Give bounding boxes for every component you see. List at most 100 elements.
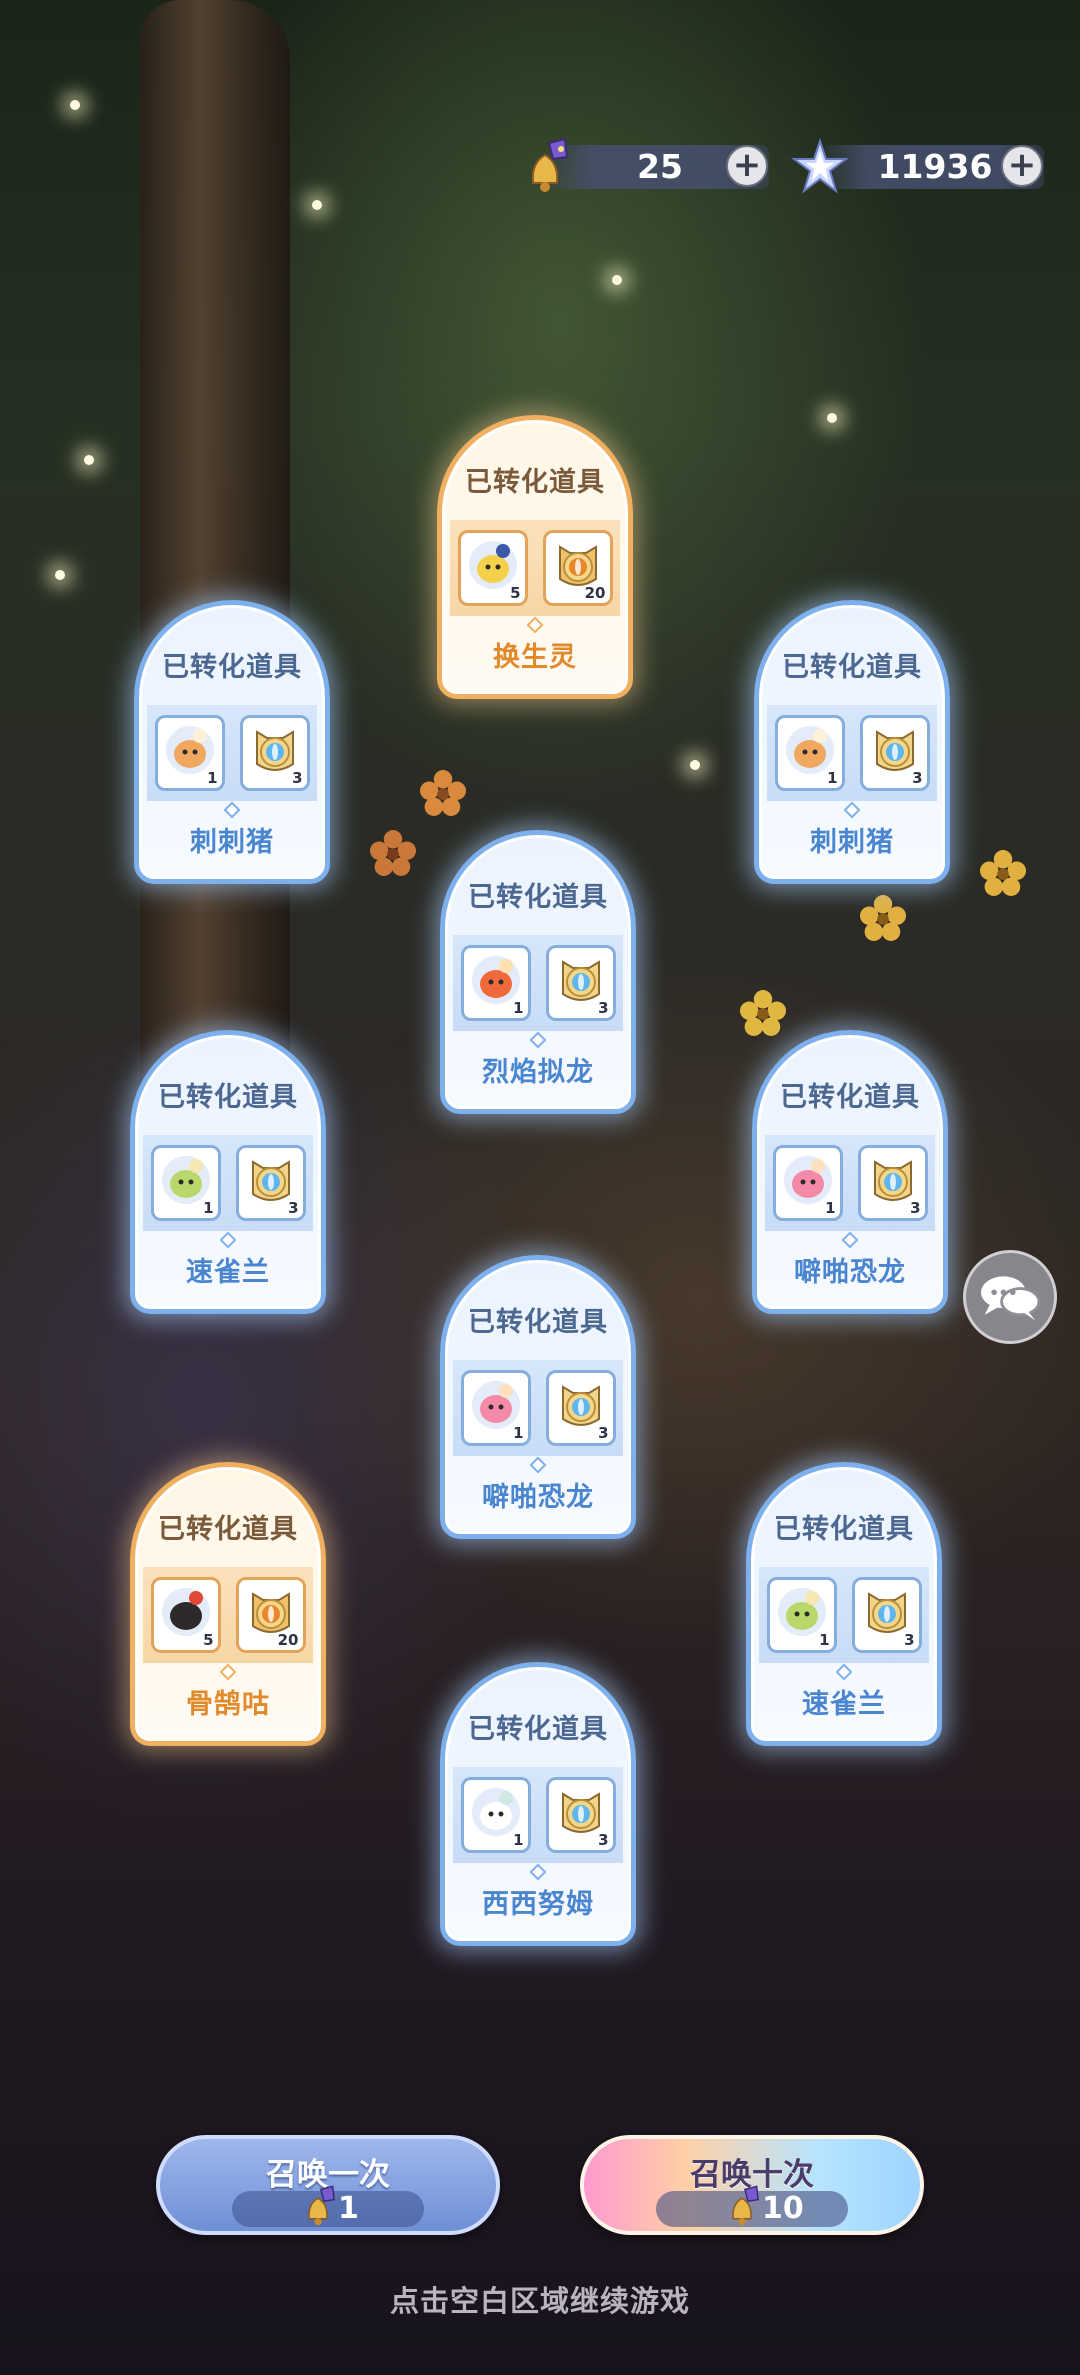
item-count: 5: [203, 1631, 214, 1649]
card-items: 13: [765, 1135, 935, 1231]
item-slot: 3: [859, 715, 930, 791]
star-count: 11936: [877, 147, 993, 186]
item-slot: 1: [460, 1370, 531, 1446]
result-card: 已转化道具 1 3 速雀兰: [130, 1030, 326, 1314]
item-count: 3: [292, 769, 303, 787]
summon-once-button[interactable]: 召唤一次 1: [156, 2135, 500, 2235]
item-count: 1: [827, 769, 838, 787]
item-count: 1: [513, 999, 524, 1017]
card-pet-name: 烈焰拟龙: [482, 1057, 594, 1088]
flower: [420, 770, 466, 816]
card-title: 已转化道具: [465, 467, 605, 498]
item-slot: 1: [154, 715, 225, 791]
item-count: 1: [513, 1831, 524, 1849]
firefly: [690, 760, 700, 770]
bell-icon: [296, 2185, 340, 2229]
card-pet-name: 骨鹄咕: [186, 1689, 270, 1720]
card-pet-name: 噼啪恐龙: [794, 1257, 906, 1288]
card-items: 13: [453, 1767, 623, 1863]
star-crystal-icon: [790, 137, 850, 197]
card-items: 5 20: [143, 1567, 313, 1663]
item-count: 3: [598, 999, 609, 1017]
item-slot: 20: [542, 530, 613, 606]
item-count: 20: [277, 1631, 299, 1649]
continue-hint[interactable]: 点击空白区域继续游戏: [0, 2278, 1080, 2320]
firefly: [827, 413, 837, 423]
result-card: 已转化道具 1 3 刺刺猪: [754, 600, 950, 884]
result-card: 已转化道具 5 20 换生灵: [437, 415, 633, 699]
item-count: 3: [912, 769, 923, 787]
flower: [370, 830, 416, 876]
card-pet-name: 刺刺猪: [190, 827, 274, 858]
firefly: [70, 100, 80, 110]
card-divider: [526, 616, 544, 634]
summon-once-cost: 1: [232, 2185, 424, 2227]
card-items: 13: [453, 935, 623, 1031]
card-items: 5 20: [450, 520, 620, 616]
card-title: 已转化道具: [158, 1082, 298, 1113]
add-star-button[interactable]: +: [1001, 145, 1043, 187]
summon-ten-button[interactable]: 召唤十次 10: [580, 2135, 924, 2235]
result-card: 已转化道具 1 3 西西努姆: [440, 1662, 636, 1946]
chat-bubbles-icon: [980, 1276, 1041, 1321]
card-divider: [219, 1231, 237, 1249]
item-slot: 3: [545, 945, 616, 1021]
card-divider: [843, 801, 861, 819]
item-count: 3: [288, 1199, 299, 1217]
chat-button[interactable]: [963, 1250, 1057, 1344]
card-divider: [219, 1663, 237, 1681]
bell-count: 25: [637, 147, 683, 186]
card-pet-name: 速雀兰: [802, 1689, 886, 1720]
flower: [740, 990, 786, 1036]
item-count: 20: [584, 584, 606, 602]
summon-ten-cost-value: 10: [762, 2191, 804, 2226]
result-card: 已转化道具 1 3 噼啪恐龙: [440, 1255, 636, 1539]
item-slot: 3: [857, 1145, 928, 1221]
item-count: 3: [904, 1631, 915, 1649]
card-pet-name: 刺刺猪: [810, 827, 894, 858]
item-count: 1: [825, 1199, 836, 1217]
star-currency: 11936 +: [790, 137, 1050, 194]
item-count: 1: [203, 1199, 214, 1217]
card-divider: [529, 1031, 547, 1049]
card-pet-name: 西西努姆: [482, 1889, 594, 1920]
card-title: 已转化道具: [780, 1082, 920, 1113]
firefly: [55, 570, 65, 580]
item-slot: 3: [545, 1370, 616, 1446]
card-divider: [841, 1231, 859, 1249]
card-items: 13: [767, 705, 937, 801]
bell-icon: [720, 2185, 764, 2229]
item-slot: 1: [460, 1777, 531, 1853]
result-card: 已转化道具 1 3 烈焰拟龙: [440, 830, 636, 1114]
firefly: [312, 200, 322, 210]
card-title: 已转化道具: [162, 652, 302, 683]
item-slot: 3: [851, 1577, 922, 1653]
item-slot: 1: [774, 715, 845, 791]
item-count: 1: [207, 769, 218, 787]
result-card: 已转化道具 1 3 速雀兰: [746, 1462, 942, 1746]
item-count: 1: [819, 1631, 830, 1649]
result-card: 已转化道具 1 3 刺刺猪: [134, 600, 330, 884]
card-title: 已转化道具: [468, 1307, 608, 1338]
firefly: [612, 275, 622, 285]
card-divider: [529, 1863, 547, 1881]
card-title: 已转化道具: [158, 1514, 298, 1545]
add-bell-button[interactable]: +: [726, 145, 768, 187]
item-count: 5: [510, 584, 521, 602]
firefly: [84, 455, 94, 465]
result-card: 已转化道具 5 20 骨鹄咕: [130, 1462, 326, 1746]
item-slot: 5: [457, 530, 528, 606]
card-pet-name: 换生灵: [493, 642, 577, 673]
card-items: 13: [453, 1360, 623, 1456]
item-slot: 3: [545, 1777, 616, 1853]
item-count: 3: [598, 1424, 609, 1442]
item-count: 1: [513, 1424, 524, 1442]
card-pet-name: 速雀兰: [186, 1257, 270, 1288]
card-title: 已转化道具: [468, 882, 608, 913]
item-count: 3: [910, 1199, 921, 1217]
result-card: 已转化道具 1 3 噼啪恐龙: [752, 1030, 948, 1314]
card-pet-name: 噼啪恐龙: [482, 1482, 594, 1513]
item-slot: 3: [239, 715, 310, 791]
bell-icon: [515, 137, 575, 197]
card-items: 13: [143, 1135, 313, 1231]
